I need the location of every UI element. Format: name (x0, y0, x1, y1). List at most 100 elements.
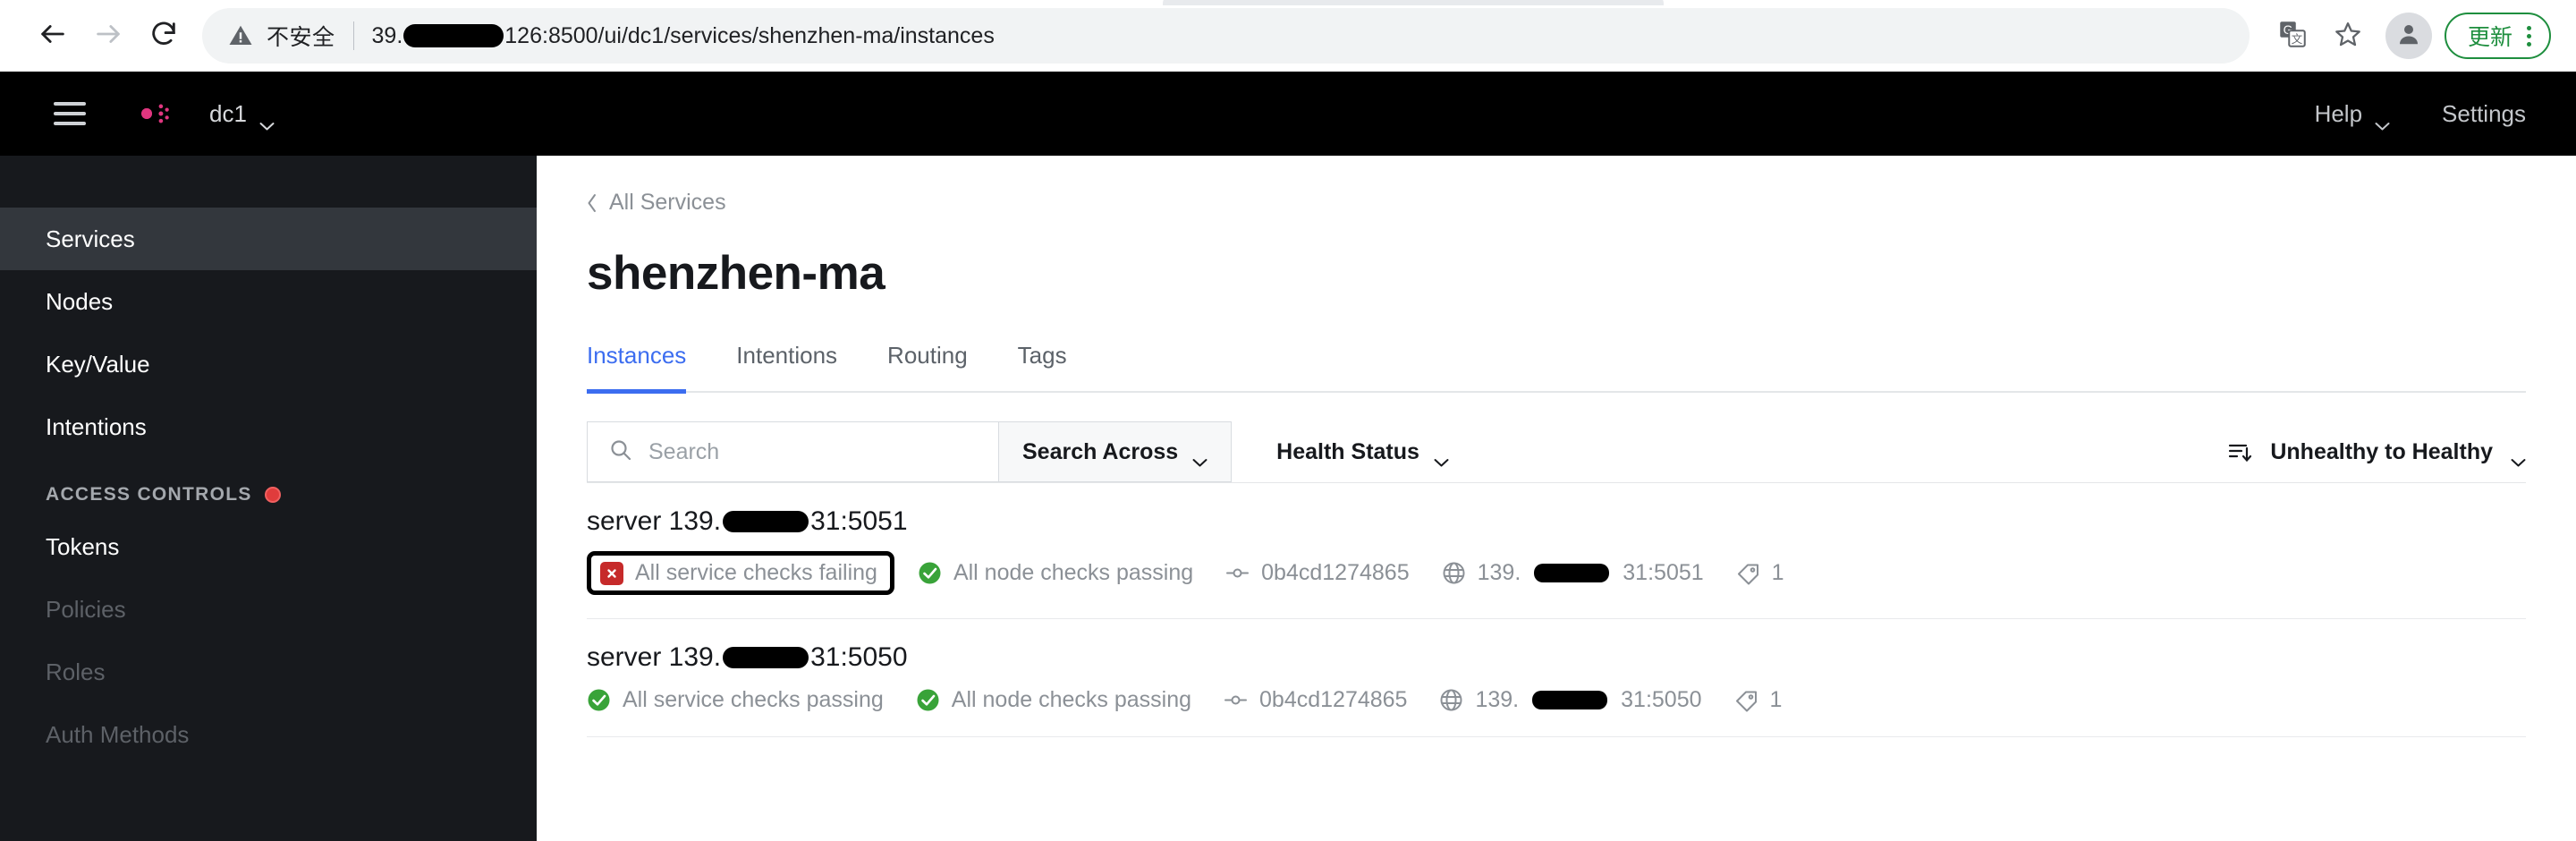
search-box[interactable] (587, 421, 998, 482)
sort-descending-icon (2227, 439, 2252, 464)
node-id-label: 0b4cd1274865 (1261, 560, 1410, 585)
service-check-status-annotation: All service checks failing (587, 551, 894, 595)
svg-text:文: 文 (2292, 32, 2303, 46)
search-input[interactable] (648, 438, 998, 465)
search-across-label: Search Across (1022, 438, 1179, 464)
bookmark-button[interactable] (2323, 11, 2373, 61)
health-status-select[interactable]: Health Status (1253, 421, 1472, 482)
service-check-status-label: All service checks passing (623, 687, 884, 712)
tab-label: Intentions (736, 342, 838, 369)
instance-address-prefix: 139. (1477, 560, 1521, 585)
sidebar-item-tokens[interactable]: Tokens (0, 515, 537, 578)
instance-name-suffix: 31:5051 (810, 506, 908, 536)
node-check-status: All node checks passing (916, 687, 1191, 713)
chevron-down-icon (259, 109, 275, 131)
help-label: Help (2314, 99, 2363, 127)
star-icon (2334, 21, 2361, 52)
nav-right-group: Help Settings (2314, 99, 2526, 131)
service-check-status-label: All service checks failing (635, 560, 877, 585)
browser-actions: G 文 更新 (2267, 11, 2551, 61)
search-icon (609, 438, 632, 466)
breadcrumb[interactable]: All Services (587, 156, 2526, 216)
sidebar-item-label: Auth Methods (46, 720, 190, 748)
sidebar-item-intentions[interactable]: Intentions (0, 395, 537, 458)
search-across-select[interactable]: Search Across (998, 421, 1233, 482)
sidebar-group-access-controls: ACCESS CONTROLS (0, 458, 537, 515)
node-id: 0b4cd1274865 (1225, 560, 1410, 586)
tag-icon (1736, 561, 1760, 585)
consul-logo-icon[interactable] (125, 91, 170, 136)
url-redaction-bar (403, 24, 504, 47)
instance-address-prefix: 139. (1475, 687, 1520, 712)
table-row[interactable]: server 139. 31:5051 All service checks f… (587, 483, 2526, 619)
check-circle-icon (587, 688, 611, 712)
sidebar-item-label: Policies (46, 595, 126, 623)
sidebar-item-key-value[interactable]: Key/Value (0, 333, 537, 395)
tag-count: 1 (1736, 560, 1784, 586)
page-title: shenzhen-ma (587, 247, 886, 300)
sidebar-top-spacer (0, 156, 537, 208)
tag-icon (1734, 688, 1758, 712)
sidebar: Services Nodes Key/Value Intentions ACCE… (0, 156, 537, 841)
reload-icon (148, 19, 179, 54)
hamburger-icon[interactable] (54, 102, 86, 125)
node-icon (1224, 688, 1248, 712)
update-button[interactable]: 更新 (2444, 13, 2551, 59)
node-check-status-label: All node checks passing (951, 687, 1192, 712)
table-row[interactable]: server 139. 31:5050 All service checks p… (587, 619, 2526, 737)
translate-button[interactable]: G 文 (2267, 11, 2318, 61)
chevron-down-icon (2375, 109, 2390, 131)
sidebar-item-auth-methods[interactable]: Auth Methods (0, 703, 537, 766)
chevron-down-icon (1192, 447, 1208, 467)
tab-label: Routing (887, 342, 968, 369)
browser-toolbar: 不安全 39. 126:8500/ui/dc1/services/shenzhe… (0, 0, 2576, 72)
instance-name-prefix: server 139. (587, 642, 722, 672)
sidebar-item-label: Key/Value (46, 350, 150, 378)
profile-avatar-icon (2395, 21, 2422, 52)
instance-name-redaction-bar (723, 511, 809, 532)
sidebar-group-label: ACCESS CONTROLS (46, 484, 252, 505)
node-check-status: All node checks passing (918, 560, 1193, 586)
node-check-status-label: All node checks passing (953, 560, 1194, 585)
back-arrow-icon (38, 19, 68, 54)
sidebar-item-nodes[interactable]: Nodes (0, 270, 537, 333)
kebab-menu-icon[interactable] (2527, 25, 2531, 47)
sidebar-item-services[interactable]: Services (0, 208, 537, 270)
sidebar-item-label: Tokens (46, 532, 120, 560)
forward-arrow-icon (93, 19, 123, 54)
datacenter-selector[interactable]: dc1 (209, 100, 275, 131)
instance-address-redaction-bar (1532, 691, 1608, 709)
settings-label: Settings (2442, 99, 2526, 127)
tab-label: Instances (587, 342, 687, 369)
url-text: 39. 126:8500/ui/dc1/services/shenzhen-ma… (372, 23, 995, 49)
sidebar-item-policies[interactable]: Policies (0, 578, 537, 641)
sort-select[interactable]: Unhealthy to Healthy (2227, 421, 2526, 482)
back-button[interactable] (25, 8, 80, 64)
translate-icon: G 文 (2279, 21, 2306, 52)
tab-intentions[interactable]: Intentions (736, 331, 837, 394)
url-suffix: 126:8500/ui/dc1/services/shenzhen-ma/ins… (504, 22, 995, 48)
tab-tags[interactable]: Tags (1018, 331, 1067, 394)
chevron-down-icon (2511, 447, 2526, 467)
node-id: 0b4cd1274865 (1224, 687, 1407, 713)
tab-instances[interactable]: Instances (587, 331, 687, 394)
help-menu[interactable]: Help (2314, 99, 2390, 131)
settings-link[interactable]: Settings (2442, 100, 2526, 128)
sidebar-item-label: Nodes (46, 287, 114, 315)
instance-address-redaction-bar (1534, 564, 1610, 582)
address-bar[interactable]: 不安全 39. 126:8500/ui/dc1/services/shenzhe… (202, 8, 2250, 64)
instance-name[interactable]: server 139. 31:5051 (587, 506, 2526, 537)
instance-name[interactable]: server 139. 31:5050 (587, 642, 2526, 673)
instance-name-redaction-bar (723, 647, 809, 668)
reload-button[interactable] (136, 8, 191, 64)
url-prefix: 39. (371, 22, 403, 48)
forward-button[interactable] (80, 8, 136, 64)
profile-button[interactable] (2385, 13, 2432, 59)
filter-bar: Search Across Health Status (587, 421, 2526, 482)
browser-tab-stub[interactable] (1163, 0, 1664, 5)
tab-routing[interactable]: Routing (887, 331, 968, 394)
instance-address: 139. 31:5051 (1442, 560, 1704, 586)
sidebar-item-roles[interactable]: Roles (0, 641, 537, 703)
acl-status-dot-icon (264, 487, 281, 503)
sidebar-item-label: Intentions (46, 412, 147, 440)
